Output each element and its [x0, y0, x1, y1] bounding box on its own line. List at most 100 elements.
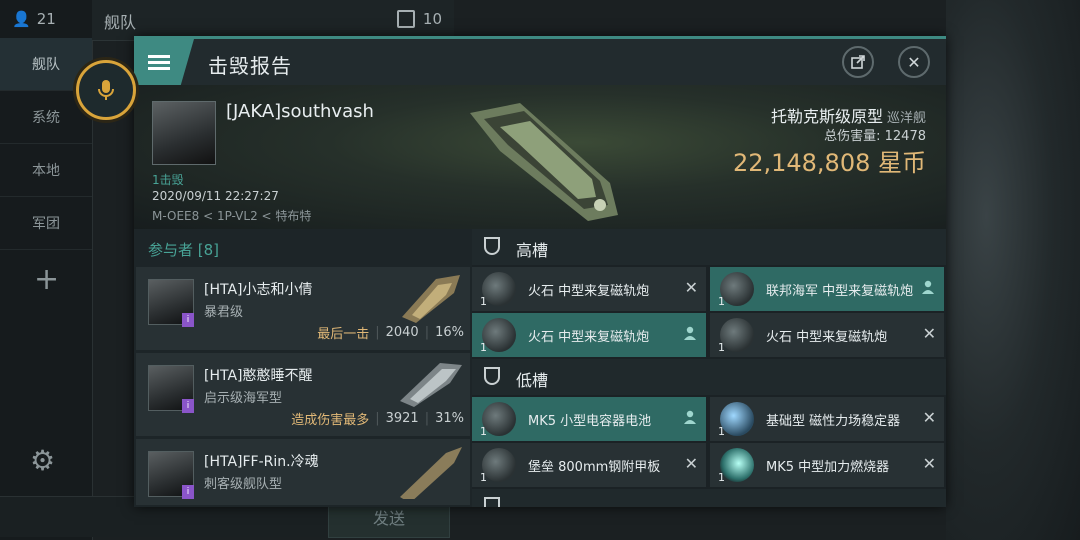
victim-pilot-name[interactable]: [JAKA]southvash [226, 101, 374, 122]
close-button[interactable]: ✕ [898, 46, 930, 78]
module-name: MK5 小型电容器电池 [528, 414, 652, 429]
fitting-panel: 高槽 1 火石 中型来复磁轨炮 ✕ 1 联邦海军 中型来复磁轨炮 1 火石 中型… [472, 229, 946, 507]
menu-button[interactable] [134, 39, 194, 85]
module-qty: 1 [480, 341, 487, 354]
destroyed-x-icon: ✕ [922, 324, 936, 343]
field-stabilizer-icon [720, 402, 754, 436]
module-qty: 1 [718, 341, 725, 354]
window-icon [396, 10, 415, 28]
high-slot-header: 高槽 [472, 229, 946, 265]
participant-row[interactable]: i [HTA]FF-Rin.冷魂 刺客级舰队型 [136, 439, 470, 505]
module-item[interactable]: 1 堡垒 800mm钢附甲板 ✕ [472, 443, 706, 487]
kill-datetime: 2020/09/11 22:27:27 [152, 189, 279, 203]
railgun-icon [482, 272, 516, 306]
participant-row[interactable]: i [HTA]憨憨睡不醒 启示级海军型 造成伤害最多 | 3921 | 31% [136, 353, 470, 436]
participant-row[interactable]: i [HTA]小志和小倩 暴君级 最后一击 | 2040 | 16% [136, 267, 470, 350]
victim-banner: [JAKA]southvash 1击毁 2020/09/11 22:27:27 … [134, 85, 946, 229]
module-qty: 1 [480, 425, 487, 438]
participant-ship-image [402, 275, 460, 323]
ship-class: 巡洋舰 [886, 111, 926, 126]
module-name: 火石 中型来复磁轨炮 [528, 284, 650, 299]
slot-shield-icon [484, 237, 500, 255]
participant-ship: 启示级海军型 [204, 391, 283, 406]
space-backdrop [946, 0, 1080, 540]
module-qty: 1 [480, 295, 487, 308]
module-item[interactable]: 1 基础型 磁性力场稳定器 ✕ [710, 397, 944, 441]
victim-avatar[interactable] [152, 101, 216, 165]
fleet-count: 10 [422, 10, 442, 28]
share-icon [851, 55, 865, 69]
participant-ship: 刺客级舰队型 [204, 477, 283, 492]
info-badge-icon: i [182, 313, 194, 327]
info-badge-icon: i [182, 485, 194, 499]
person-icon: 👤 [12, 10, 31, 28]
damage-percent: 31% [435, 411, 464, 426]
railgun-icon [482, 318, 516, 352]
capacitor-battery-icon [482, 402, 516, 436]
victim-ship-image[interactable] [460, 93, 630, 227]
microphone-icon [98, 80, 114, 100]
share-button[interactable] [842, 46, 874, 78]
participant-ship-image [400, 363, 462, 407]
module-item[interactable]: 1 MK5 中型加力燃烧器 ✕ [710, 443, 944, 487]
damage-percent: 16% [435, 325, 464, 340]
module-item[interactable]: 1 MK5 小型电容器电池 [472, 397, 706, 441]
participant-name: [HTA]FF-Rin.冷魂 [204, 454, 319, 470]
participants-panel: 参与者 [8] i [HTA]小志和小倩 暴君级 最后一击 | 2040 | 1… [134, 229, 472, 507]
afterburner-icon [720, 448, 754, 482]
railgun-icon [720, 272, 754, 306]
module-name: 火石 中型来复磁轨炮 [766, 330, 888, 345]
dropped-person-icon [684, 326, 696, 340]
chat-header: 舰队 10 [92, 0, 454, 41]
module-name: MK5 中型加力燃烧器 [766, 460, 890, 475]
kill-count: 1击毁 [152, 173, 184, 187]
participant-name: [HTA]憨憨睡不醒 [204, 368, 313, 384]
window-title: 击毁报告 [208, 54, 292, 78]
module-item[interactable]: 1 火石 中型来复磁轨炮 ✕ [472, 267, 706, 311]
nav-local[interactable]: 本地 [0, 144, 92, 197]
low-slot-header: 低槽 [472, 359, 946, 395]
destroyed-x-icon: ✕ [684, 278, 698, 297]
participant-ship-image [400, 447, 462, 499]
title-bar: 击毁报告 ✕ [134, 39, 946, 85]
nav-corp[interactable]: 军团 [0, 197, 92, 250]
module-name: 基础型 磁性力场稳定器 [766, 414, 901, 429]
armor-plate-icon [482, 448, 516, 482]
total-damage: 总伤害量: 12478 [824, 129, 926, 144]
module-name: 火石 中型来复磁轨炮 [528, 330, 650, 345]
slot-shield-icon [484, 497, 500, 507]
participant-ship: 暴君级 [204, 305, 244, 320]
voice-mic-button[interactable] [76, 60, 136, 120]
module-qty: 1 [718, 425, 725, 438]
destroyed-x-icon: ✕ [922, 408, 936, 427]
module-item[interactable]: 1 火石 中型来复磁轨炮 ✕ [710, 313, 944, 357]
damage-value: 3921 [385, 411, 419, 426]
module-name: 联邦海军 中型来复磁轨炮 [766, 284, 914, 299]
section-title: 低槽 [516, 371, 549, 390]
module-qty: 1 [718, 295, 725, 308]
module-item[interactable]: 1 联邦海军 中型来复磁轨炮 [710, 267, 944, 311]
module-item[interactable]: 1 火石 中型来复磁轨炮 [472, 313, 706, 357]
kill-location[interactable]: M-OEE8 < 1P-VL2 < 特布特 [152, 207, 311, 224]
settings-gear-icon[interactable]: ⚙ [30, 444, 55, 477]
dropped-person-icon [684, 410, 696, 424]
destroyed-x-icon: ✕ [684, 454, 698, 473]
module-qty: 1 [480, 471, 487, 484]
victim-ship-name[interactable]: 托勒克斯级原型 巡洋舰 [771, 103, 926, 127]
section-title: 高槽 [516, 241, 549, 260]
participants-header: 参与者 [8] [148, 241, 220, 259]
hamburger-icon [148, 52, 170, 73]
member-count: 👤 21 [12, 10, 56, 28]
add-channel-icon[interactable]: + [34, 262, 59, 297]
slot-shield-icon [484, 367, 500, 385]
participant-name: [HTA]小志和小倩 [204, 282, 313, 298]
module-qty: 1 [718, 471, 725, 484]
info-badge-icon: i [182, 399, 194, 413]
kill-report-window: 击毁报告 ✕ [JAKA]southvash 1击毁 2020/09/11 22… [134, 36, 946, 507]
destroyed-x-icon: ✕ [922, 454, 936, 473]
participant-stats: 最后一击 | 2040 | 16% [317, 325, 464, 342]
final-blow-tag: 最后一击 [317, 327, 370, 342]
next-slot-header [472, 489, 946, 507]
damage-value: 2040 [385, 325, 419, 340]
participant-stats: 造成伤害最多 | 3921 | 31% [291, 411, 464, 428]
